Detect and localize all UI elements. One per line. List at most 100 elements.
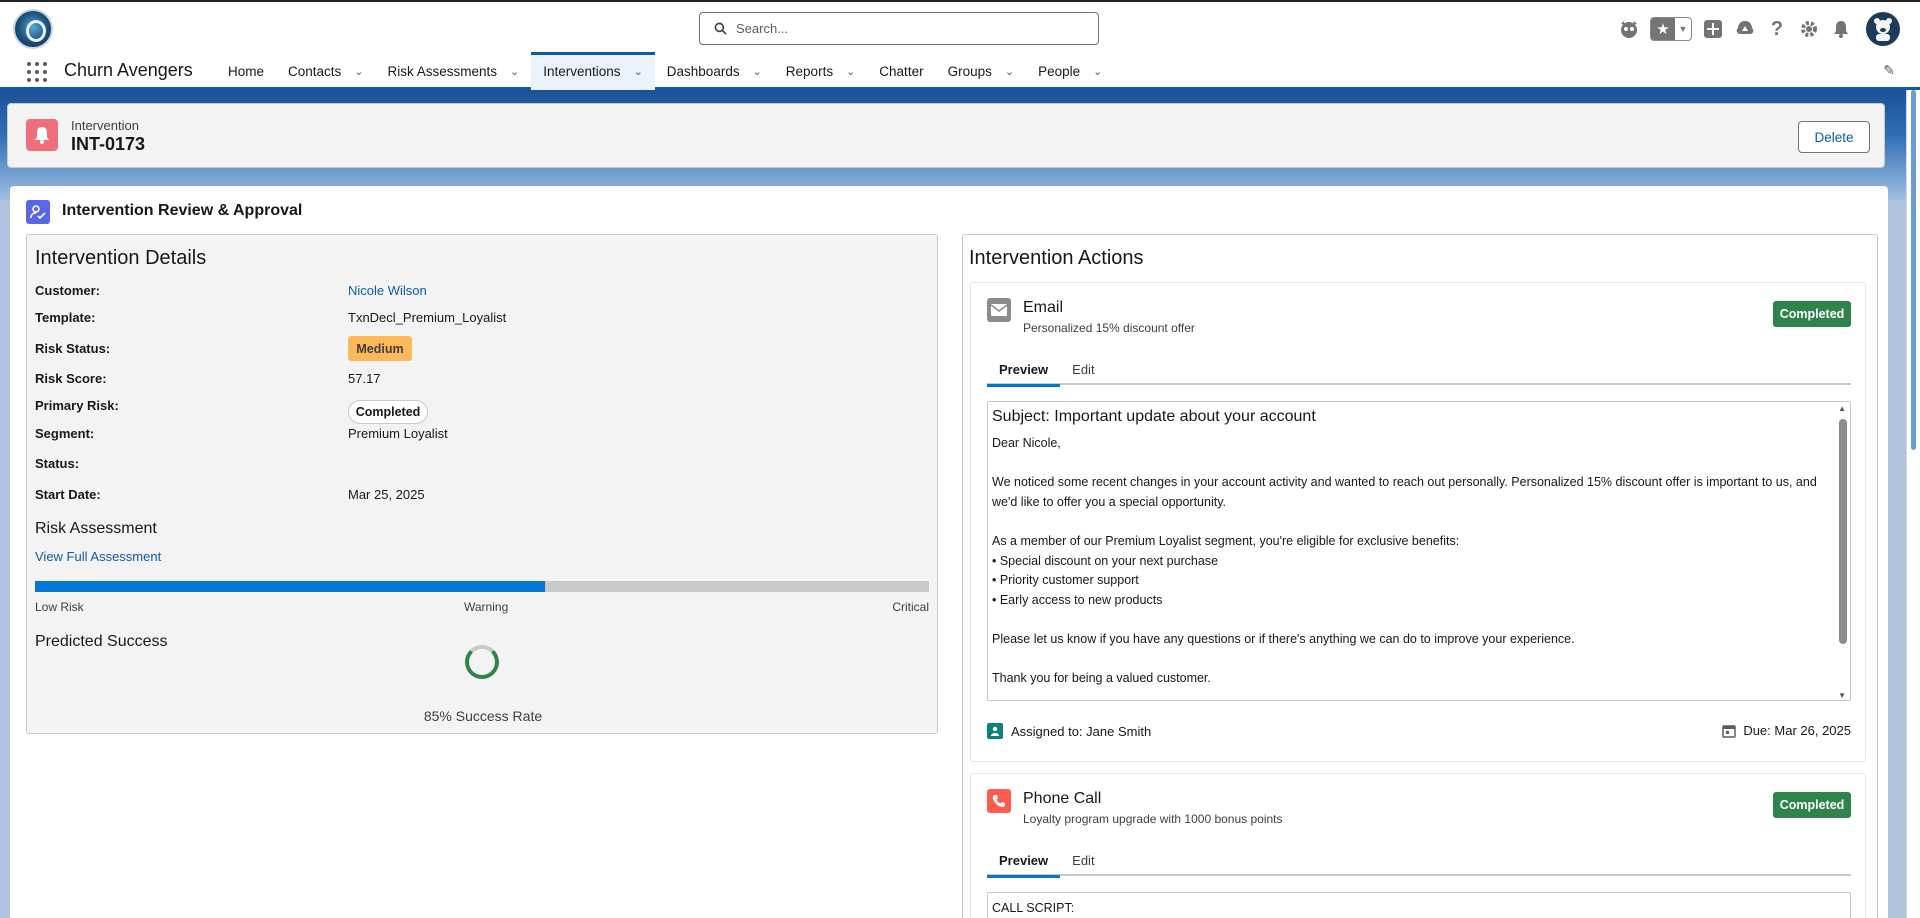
due-date: Due: Mar 26, 2025 [1722,723,1851,738]
app-name: Churn Avengers [64,60,193,80]
nav-items: Home Contacts ⌄ Risk Assessments ⌄ Interve… [216,52,1114,90]
primary-risk-label: Primary Risk: [35,398,119,413]
chevron-down-icon[interactable]: ⌄ [846,65,855,78]
nav-item-label: Interventions [543,63,621,79]
customer-link[interactable]: Nicole Wilson [348,283,427,298]
due-date-text: Due: Mar 26, 2025 [1743,723,1851,738]
search-input[interactable] [736,21,1076,36]
predicted-success-heading: Predicted Success [35,633,168,650]
nav-item-label: Home [228,63,265,79]
email-preview-box[interactable]: Subject: Important update about your acc… [987,401,1851,701]
nav-item-label: People [1038,63,1081,79]
nav-item-risk-assessments[interactable]: Risk Assessments ⌄ [376,52,532,90]
email-icon [987,298,1011,322]
org-logo[interactable] [13,9,53,49]
nav-item-label: Dashboards [666,63,740,79]
warning-label: Warning [464,600,509,614]
nav-item-label: Chatter [879,63,924,79]
tab-edit[interactable]: Edit [1060,844,1106,876]
risk-progress-bar [35,581,929,592]
nav-item-reports[interactable]: Reports ⌄ [774,52,868,90]
trailhead-icon[interactable] [1734,18,1756,40]
email-action-card: Email Personalized 15% discount offer Co… [970,282,1866,762]
nav-item-groups[interactable]: Groups ⌄ [936,52,1027,90]
template-value: TxnDecl_Premium_Loyalist [348,310,507,325]
low-risk-label: Low Risk [35,600,84,614]
favorites-star-icon[interactable]: ★ [1651,18,1675,40]
tab-preview[interactable]: Preview [987,844,1061,878]
critical-label: Critical [892,600,929,614]
chevron-down-icon[interactable]: ⌄ [510,65,519,78]
details-heading: Intervention Details [35,247,207,269]
nav-item-chatter[interactable]: Chatter [867,52,935,90]
nav-item-dashboards[interactable]: Dashboards ⌄ [655,52,774,90]
status-badge: Completed [348,400,428,424]
calendar-icon [1722,724,1737,738]
nav-item-label: Reports [785,63,834,79]
favorites-group: ★ ▼ [1650,17,1692,41]
email-status-badge: Completed [1773,301,1851,327]
favorites-caret-icon[interactable]: ▼ [1675,18,1691,40]
phone-icon [987,789,1011,813]
customer-label: Customer: [35,283,101,298]
bot-icon[interactable] [1618,18,1640,40]
start-date-label: Start Date: [35,487,101,502]
record-header: Intervention INT-0173 Delete [7,103,1885,168]
approval-icon [26,200,50,224]
risk-progress-fill [35,581,545,592]
tab-preview[interactable]: Preview [987,353,1061,387]
global-header: ★ ▼ ? [0,2,1920,52]
utility-scrollbar[interactable] [1906,90,1920,918]
record-name: INT-0173 [71,134,146,154]
avatar[interactable] [1866,12,1900,46]
risk-status-label: Risk Status: [35,341,111,356]
chevron-down-icon[interactable]: ⌄ [1005,65,1014,78]
edit-nav-pencil-icon[interactable]: ✎ [1883,62,1895,79]
chevron-down-icon[interactable]: ⌄ [634,65,643,78]
risk-status-badge: Medium [348,336,412,361]
help-icon[interactable]: ? [1766,18,1788,40]
actions-heading: Intervention Actions [969,247,1144,269]
email-subject: Subject: Important update about your acc… [992,408,1316,425]
tab-edit[interactable]: Edit [1060,353,1106,385]
intervention-bell-icon [26,119,58,151]
scroll-up-arrow-icon[interactable]: ▲ [1838,404,1846,413]
setup-gear-icon[interactable] [1798,18,1820,40]
call-script-label: CALL SCRIPT: [992,901,1075,915]
app-launcher-icon[interactable] [27,62,47,82]
template-label: Template: [35,310,96,325]
nav-item-interventions[interactable]: Interventions ⌄ [531,52,655,90]
start-date-value: Mar 25, 2025 [348,487,425,502]
chevron-down-icon[interactable]: ⌄ [1093,65,1102,78]
phone-call-tabs: Preview Edit [987,844,1851,878]
intervention-review-card: Intervention Review & Approval Intervent… [10,186,1888,918]
risk-assessment-heading: Risk Assessment [35,520,157,537]
call-script-preview-box[interactable]: CALL SCRIPT: [987,892,1851,918]
email-title: Email [1023,299,1064,316]
status-label: Status: [35,456,80,471]
email-subtitle: Personalized 15% discount offer [1023,321,1195,335]
nav-item-contacts[interactable]: Contacts ⌄ [276,52,376,90]
global-search[interactable] [699,12,1099,45]
email-assignment-row: Assigned to: Jane Smith Due: Mar 26, 202… [987,723,1851,743]
search-icon [714,22,727,35]
record-type-label: Intervention [71,118,139,133]
chevron-down-icon[interactable]: ⌄ [354,65,363,78]
success-rate-label: 85% Success Rate [423,708,543,724]
phone-call-action-card: Phone Call Loyalty program upgrade with … [970,773,1866,918]
delete-button[interactable]: Delete [1798,121,1870,153]
view-full-assessment-link[interactable]: View Full Assessment [35,549,161,564]
nav-item-people[interactable]: People ⌄ [1026,52,1114,90]
nav-item-home[interactable]: Home [216,52,276,90]
notifications-bell-icon[interactable] [1830,18,1852,40]
assigned-to-text: Assigned to: Jane Smith [1011,723,1152,739]
preview-scrollbar[interactable]: ▲ ▼ [1834,402,1850,700]
risk-score-label: Risk Score: [35,371,107,386]
intervention-actions-panel: Intervention Actions Email Personalized … [962,234,1878,918]
add-icon[interactable] [1702,18,1724,40]
scroll-thumb[interactable] [1839,419,1847,644]
chevron-down-icon[interactable]: ⌄ [753,65,762,78]
nav-item-label: Risk Assessments [387,63,498,79]
risk-score-value: 57.17 [348,371,381,386]
scroll-down-arrow-icon[interactable]: ▼ [1838,691,1846,700]
